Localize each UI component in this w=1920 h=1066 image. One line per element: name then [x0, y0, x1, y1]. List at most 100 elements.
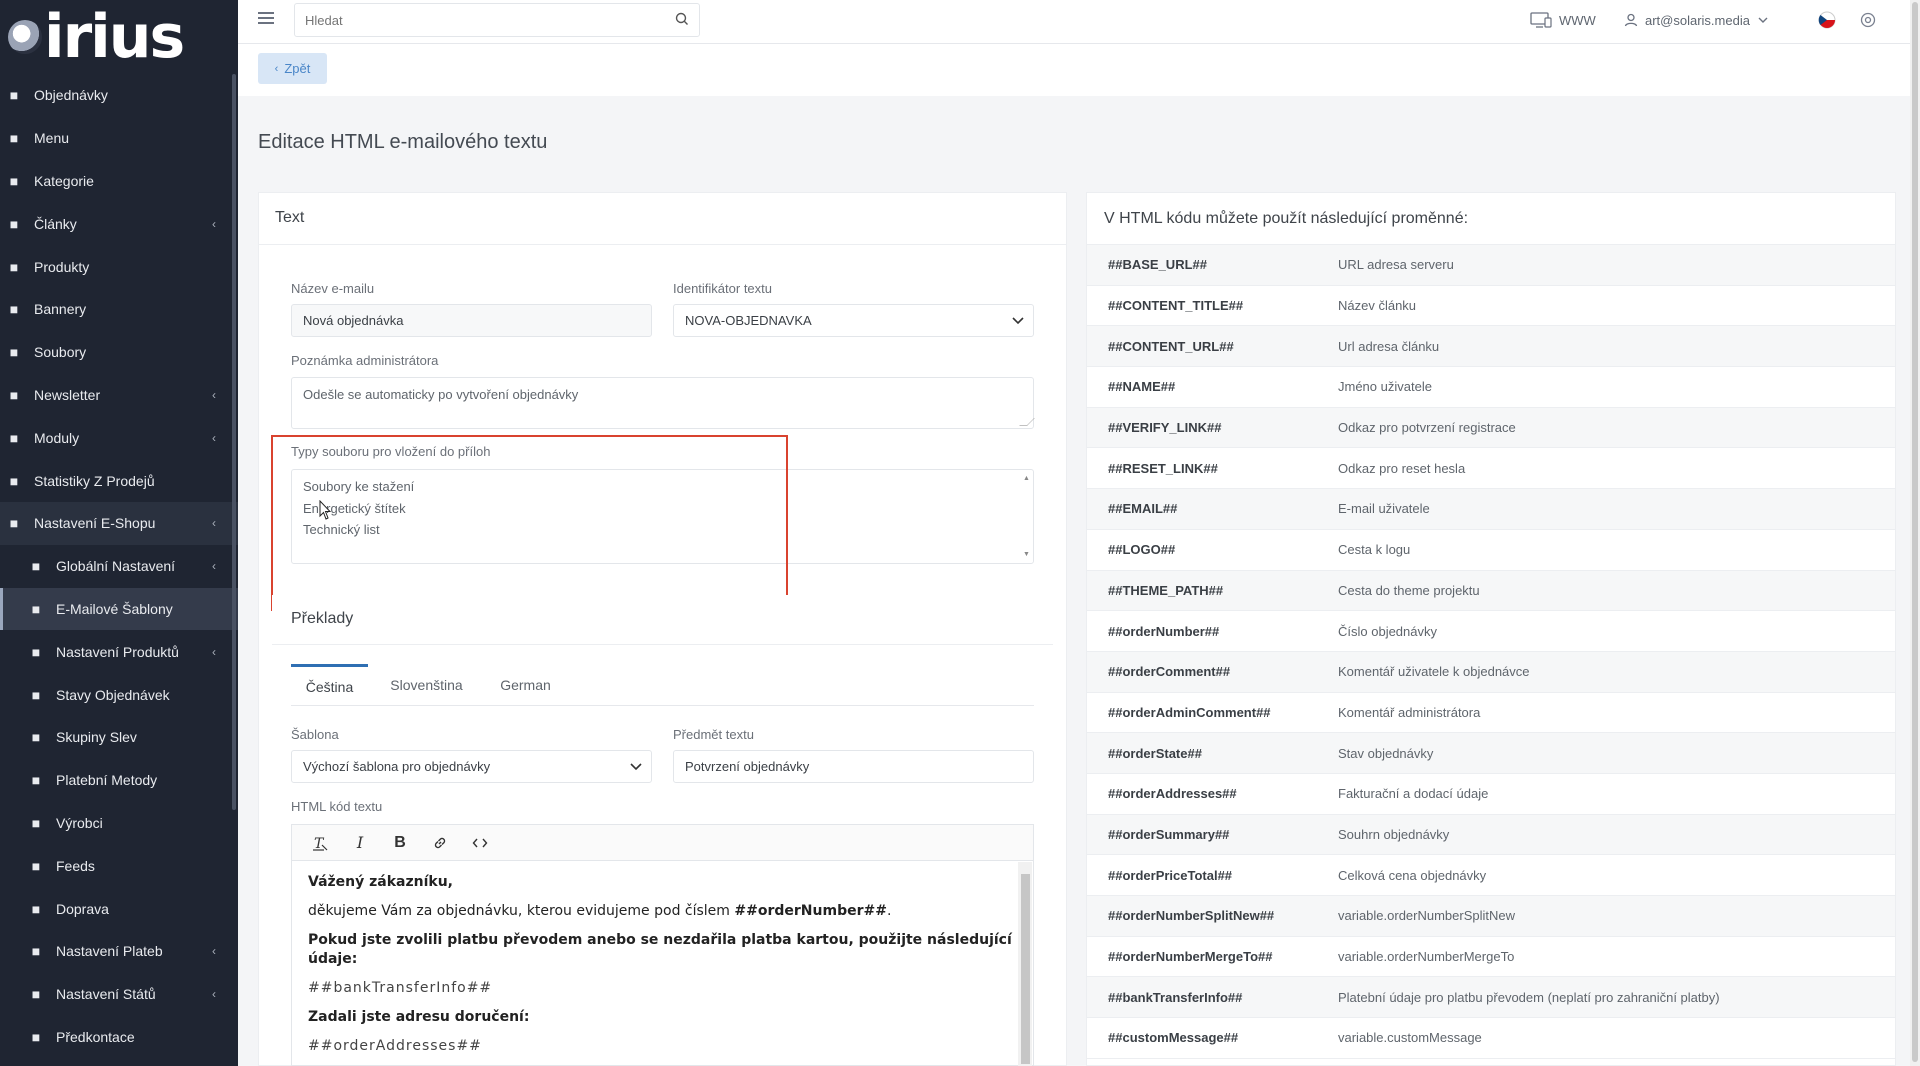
variable-description: Odkaz pro potvrzení registrace [1338, 420, 1516, 436]
sidebar-item-skupiny-slev[interactable]: ■ Skupiny Slev [0, 716, 238, 759]
admin-note-textarea[interactable]: Odešle se automaticky po vytvoření objed… [291, 377, 1035, 429]
multiselect-scrollbar[interactable]: ▲ ▼ [1020, 472, 1032, 561]
sidebar-item-produkty[interactable]: ■ Produkty [0, 245, 238, 288]
attachment-types-multiselect[interactable]: Soubory ke stažení Energetický štítek Te… [291, 469, 1034, 564]
editor-address-heading: Zadali jste adresu doručení: [308, 1009, 530, 1025]
variable-description: Odkaz pro reset hesla [1338, 460, 1466, 476]
sidebar-item-label: Globální Nastavení [56, 558, 176, 575]
variable-description: Cesta do theme projektu [1338, 582, 1480, 598]
resize-handle-icon[interactable] [1019, 418, 1035, 426]
gear-icon: ■ [31, 558, 41, 575]
table-row: ##CONTENT_TITLE## Název článku [1087, 286, 1895, 327]
sidebar-item-glob-ln-nastaven-[interactable]: ■ Globální Nastavení ‹ [0, 545, 238, 588]
sidebar-item-stavy-objedn-vek[interactable]: ■ Stavy Objednávek [0, 673, 238, 716]
subject-value: Potvrzení objednávky [685, 759, 810, 774]
sidebar-item-p-edkontace[interactable]: ■ Předkontace [0, 1016, 238, 1059]
link-icon[interactable] [420, 829, 460, 857]
chevron-left-icon: ‹ [212, 430, 216, 445]
sidebar-item-platebn-metody[interactable]: ■ Platební Metody [0, 759, 238, 802]
sidebar-item-e-mailov-ablony[interactable]: ■ E-Mailové Šablony [0, 587, 238, 631]
translations-header [272, 595, 1053, 645]
variable-name: ##NAME## [1108, 379, 1176, 395]
identifier-select[interactable]: NOVA-OBJEDNAVKA [673, 304, 1034, 337]
search-icon[interactable] [675, 12, 689, 26]
user-menu[interactable]: art@solaris.media [1624, 0, 1768, 40]
folder-icon: ■ [9, 130, 19, 147]
editor-address-var: ##orderAddresses## [308, 1038, 482, 1054]
building-icon: ■ [31, 814, 41, 831]
sidebar-item-feeds[interactable]: ■ Feeds [0, 844, 238, 887]
subject-field[interactable]: Potvrzení objednávky [673, 750, 1034, 783]
variable-description: variable.orderNumberSplitNew [1338, 908, 1516, 924]
variable-name: ##orderAdminComment## [1108, 704, 1271, 720]
sidebar-item-objedn-vky[interactable]: ■ Objednávky [0, 74, 238, 117]
chevron-down-icon [1012, 317, 1024, 325]
search-input[interactable] [295, 4, 655, 36]
sidebar-scrollbar[interactable] [232, 74, 236, 810]
language-flag-icon[interactable] [1818, 0, 1836, 40]
topbar: WWW art@solaris.media [238, 0, 1920, 44]
attachment-option[interactable]: Technický list [303, 519, 1022, 541]
sidebar-item-nastaven-produkt-[interactable]: ■ Nastavení Produktů ‹ [0, 630, 238, 673]
tab-slovenstina[interactable]: Slovenština [380, 664, 473, 706]
tab-divider [291, 705, 1034, 706]
sidebar-item-moduly[interactable]: ■ Moduly ‹ [0, 416, 238, 459]
tab-cestina[interactable]: Čeština [291, 664, 368, 706]
italic-icon[interactable]: I [340, 829, 380, 857]
page-title: Editace HTML e-mailového textu [258, 131, 548, 153]
sidebar-item-v-robci[interactable]: ■ Výrobci [0, 802, 238, 845]
hamburger-menu-icon[interactable] [258, 12, 274, 26]
back-button[interactable]: ‹ Zpět [258, 53, 327, 84]
sidebar-item-soubory[interactable]: ■ Soubory [0, 331, 238, 374]
sidebar-item-newsletter[interactable]: ■ Newsletter ‹ [0, 374, 238, 417]
template-select[interactable]: Výchozí šablona pro objednávky [291, 750, 652, 783]
table-row: ##orderAdminComment## Komentář administrá… [1087, 693, 1895, 734]
bell-icon: ■ [31, 686, 41, 703]
attachment-option[interactable]: Soubory ke stažení [303, 476, 1022, 498]
sidebar-item-doprava[interactable]: ■ Doprava [0, 887, 238, 930]
email-name-field[interactable]: Nová objednávka [291, 304, 652, 337]
variable-name: ##orderSummary## [1108, 826, 1230, 842]
sidebar-item-label: Feeds [56, 857, 95, 874]
table-row: ##THEME_PATH## Cesta do theme projektu [1087, 570, 1895, 612]
truck-icon: ■ [31, 900, 41, 917]
admin-note-label: Poznámka administrátora [291, 353, 439, 368]
sidebar-item--l-nky[interactable]: ■ Články ‹ [0, 202, 238, 245]
logo[interactable]: irius [0, 0, 238, 74]
code-view-icon[interactable] [460, 829, 500, 857]
cart-icon: ■ [9, 87, 19, 104]
variable-name: ##orderPriceTotal## [1108, 867, 1233, 883]
scroll-down-icon[interactable]: ▼ [1023, 551, 1030, 558]
power-icon[interactable] [1860, 0, 1876, 40]
file-icon: ■ [31, 1028, 41, 1045]
variable-name: ##orderState## [1108, 745, 1202, 761]
table-row: ##LOGO## Cesta k logu [1087, 530, 1895, 571]
sidebar-item-bannery[interactable]: ■ Bannery [0, 288, 238, 331]
scroll-up-icon[interactable]: ▲ [1023, 475, 1030, 482]
editor-scrollbar[interactable] [1018, 862, 1032, 1066]
sidebar-item-nastaven-st-t-[interactable]: ■ Nastavení Států ‹ [0, 973, 238, 1016]
www-link[interactable]: WWW [1530, 0, 1596, 40]
bold-icon[interactable]: B [380, 829, 420, 857]
tab-german[interactable]: German [486, 664, 565, 706]
email-name-label: Název e-mailu [291, 281, 375, 296]
html-editor[interactable]: Vážený zákazníku, děkujeme Vám za objedn… [291, 860, 1034, 1066]
sidebar-item-menu[interactable]: ■ Menu [0, 117, 238, 160]
ban-icon: ■ [9, 386, 19, 403]
sidebar-item-label: Články [34, 215, 77, 232]
clear-format-icon[interactable]: T [300, 829, 340, 857]
table-row: ##orderSummary## Souhrn objednávky [1087, 814, 1895, 856]
variable-name: ##bankTransferInfo## [1108, 989, 1243, 1005]
page-scrollbar[interactable] [1910, 0, 1920, 1066]
table-row: ##orderNumberMergeTo## variable.orderNumb… [1087, 937, 1895, 978]
sidebar-item-label: Menu [34, 130, 70, 147]
sidebar-item-statistiky-z-prodej-[interactable]: ■ Statistiky Z Prodejů [0, 459, 238, 502]
sidebar-item-label: Soubory [34, 344, 87, 361]
sidebar-item-nastaven-plateb[interactable]: ■ Nastavení Plateb ‹ [0, 930, 238, 973]
variable-name: ##CONTENT_TITLE## [1108, 298, 1244, 314]
variable-name: ##orderNumber## [1108, 623, 1220, 639]
sidebar-item-nastaven-e-shopu[interactable]: ■ Nastavení E-Shopu ‹ [0, 501, 238, 545]
attachment-option[interactable]: Energetický štítek [303, 498, 1022, 520]
sidebar-item-kategorie[interactable]: ■ Kategorie [0, 160, 238, 203]
sidebar-item-label: Nastavení Plateb [56, 943, 163, 960]
